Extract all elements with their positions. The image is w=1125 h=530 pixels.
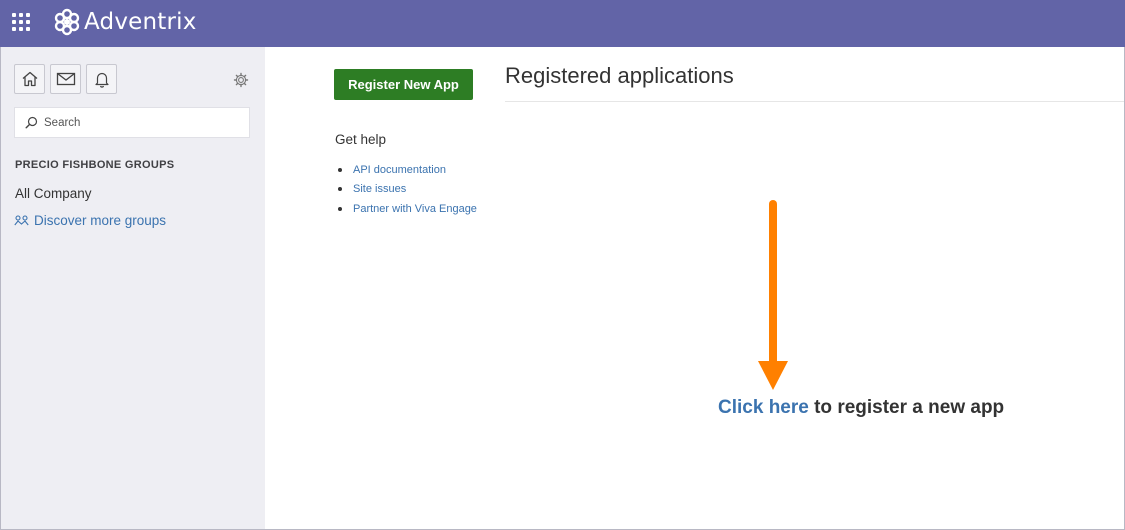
list-item: API documentation <box>338 160 477 180</box>
down-arrow-icon <box>758 200 788 390</box>
bell-icon <box>94 72 109 88</box>
mail-icon <box>56 72 75 86</box>
page-title: Registered applications <box>505 63 734 88</box>
gear-icon[interactable] <box>233 72 249 88</box>
discover-groups-label: Discover more groups <box>34 213 167 228</box>
people-icon <box>14 214 29 225</box>
search-icon <box>25 116 38 129</box>
groups-heading: PRECIO FISHBONE GROUPS <box>15 159 175 171</box>
site-issues-link[interactable]: Site issues <box>353 183 406 195</box>
register-call-to-action: Click here to register a new app <box>718 397 1004 419</box>
notifications-button[interactable] <box>86 64 117 94</box>
register-new-app-button[interactable]: Register New App <box>334 69 473 100</box>
group-item-all-company[interactable]: All Company <box>15 186 92 201</box>
cta-text: to register a new app <box>808 397 1005 418</box>
divider <box>505 101 1124 102</box>
partner-viva-engage-link[interactable]: Partner with Viva Engage <box>353 203 477 215</box>
get-help-heading: Get help <box>335 132 387 147</box>
search-box[interactable] <box>14 107 250 138</box>
brand-name[interactable]: Adventrix <box>84 9 197 35</box>
home-icon <box>22 71 37 87</box>
list-item: Site issues <box>338 180 477 200</box>
sidebar: PRECIO FISHBONE GROUPS All Company Disco… <box>1 47 265 529</box>
waffle-grid-icon[interactable] <box>12 13 30 31</box>
click-here-link[interactable]: Click here <box>718 397 809 418</box>
discover-groups-link[interactable]: Discover more groups <box>14 213 166 228</box>
top-bar: Adventrix <box>0 0 1125 47</box>
home-button[interactable] <box>14 64 45 94</box>
list-item: Partner with Viva Engage <box>338 199 477 219</box>
help-links: API documentation Site issues Partner wi… <box>338 160 477 219</box>
api-documentation-link[interactable]: API documentation <box>353 164 446 176</box>
adventrix-logo-icon <box>54 8 80 36</box>
inbox-button[interactable] <box>50 64 81 94</box>
search-input[interactable] <box>44 116 244 129</box>
